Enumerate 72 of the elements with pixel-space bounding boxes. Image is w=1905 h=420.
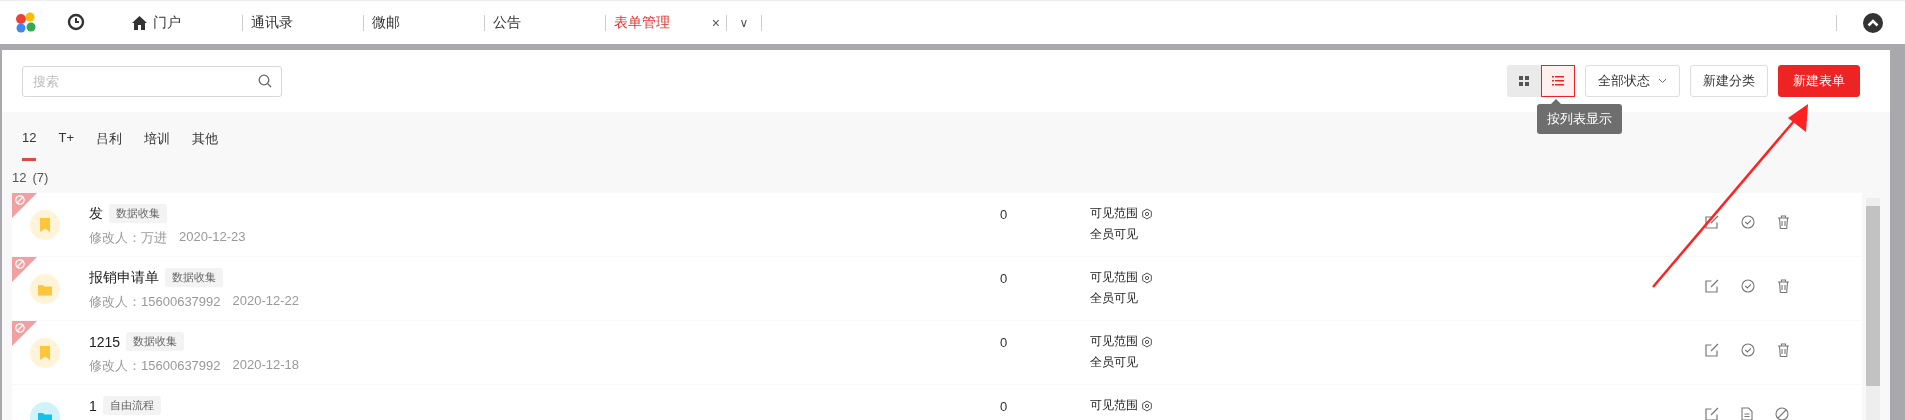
settings-icon[interactable] [1141,335,1153,348]
list-icon [1552,76,1564,86]
modifier-label: 修改人：15600637992 [89,357,221,375]
modified-date: 2020-12-22 [232,293,300,310]
modifier-label: 修改人：万进 [89,229,167,247]
ban-icon[interactable] [1775,407,1789,420]
category-tab[interactable]: 12 [22,124,37,161]
app-logo-icon [15,11,37,34]
visibility-value: 全员可见 [1090,354,1139,371]
form-type-tag: 数据收集 [165,268,223,287]
nav-tab[interactable]: 通讯录 [243,0,363,45]
new-category-button[interactable]: 新建分类 [1690,65,1768,97]
list-view-button[interactable] [1541,65,1575,97]
nav-tab[interactable]: 公告 [485,0,605,45]
visibility-label: 可见范围 [1090,269,1138,286]
delete-icon[interactable] [1777,279,1790,293]
nav-tab[interactable]: 门户 [132,0,242,45]
grid-icon [1519,76,1529,86]
close-tab-button[interactable]: × [711,14,720,31]
visibility-label: 可见范围 [1090,205,1138,222]
settings-icon[interactable] [1141,271,1153,284]
modifier-label: 修改人：15600637992 [89,293,221,311]
modified-date: 2020-12-23 [179,229,246,246]
edit-icon[interactable] [1705,343,1719,357]
form-icon [30,337,60,368]
category-tab[interactable]: 培训 [144,124,170,161]
tooltip: 按列表显示 [1537,104,1622,134]
visibility-value: 全员可见 [1090,290,1139,307]
form-type-tag: 数据收集 [126,332,185,351]
edit-icon[interactable] [1705,215,1719,229]
settings-icon[interactable] [1141,399,1153,412]
more-tabs-button[interactable]: ∨ [727,15,761,30]
group-name: 12 [12,170,27,185]
category-tab[interactable]: 其他 [192,124,218,161]
caret-icon [1658,78,1667,84]
search-field[interactable]: 搜索 [22,65,282,97]
new-form-button[interactable]: 新建表单 [1778,65,1860,97]
tooltip-pointer-icon [1551,99,1561,104]
delete-icon[interactable] [1777,343,1790,357]
nav-tab[interactable]: 表单管理 × [606,0,726,45]
search-icon [258,73,272,88]
group-count: (7) [32,170,49,185]
count-value: 0 [1000,270,1009,286]
form-icon [30,273,60,304]
form-type-tag: 自由流程 [102,396,161,415]
scrollbar-thumb[interactable] [1866,206,1880,386]
check-circle-icon[interactable] [1741,215,1755,229]
settings-icon[interactable] [1141,207,1153,220]
form-type-tag: 数据收集 [109,204,167,223]
category-tab[interactable]: T+ [58,124,74,161]
list-row[interactable]: 1 自由流程 0 可见范围 [12,385,1862,420]
check-circle-icon[interactable] [1741,343,1755,357]
visibility-label: 可见范围 [1090,333,1138,350]
check-circle-icon[interactable] [1741,279,1755,293]
modified-date: 2020-12-18 [232,357,300,374]
collapse-icon[interactable] [1863,12,1883,33]
document-icon[interactable] [1741,407,1753,420]
edit-icon[interactable] [1705,407,1719,420]
category-tab[interactable]: 吕利 [96,124,122,161]
count-value: 0 [1000,398,1009,414]
status-filter-dropdown[interactable]: 全部状态 [1585,65,1680,97]
home-icon [132,15,147,30]
history-icon[interactable] [66,12,86,33]
count-value: 0 [1000,206,1009,222]
visibility-label: 可见范围 [1090,397,1138,414]
visibility-value: 全员可见 [1090,226,1139,243]
count-value: 0 [1000,334,1009,350]
nav-tab[interactable]: 微邮 [364,0,484,45]
edit-icon[interactable] [1705,279,1719,293]
delete-icon[interactable] [1777,215,1790,229]
form-title[interactable]: 1 [89,397,97,414]
form-icon [30,209,60,240]
